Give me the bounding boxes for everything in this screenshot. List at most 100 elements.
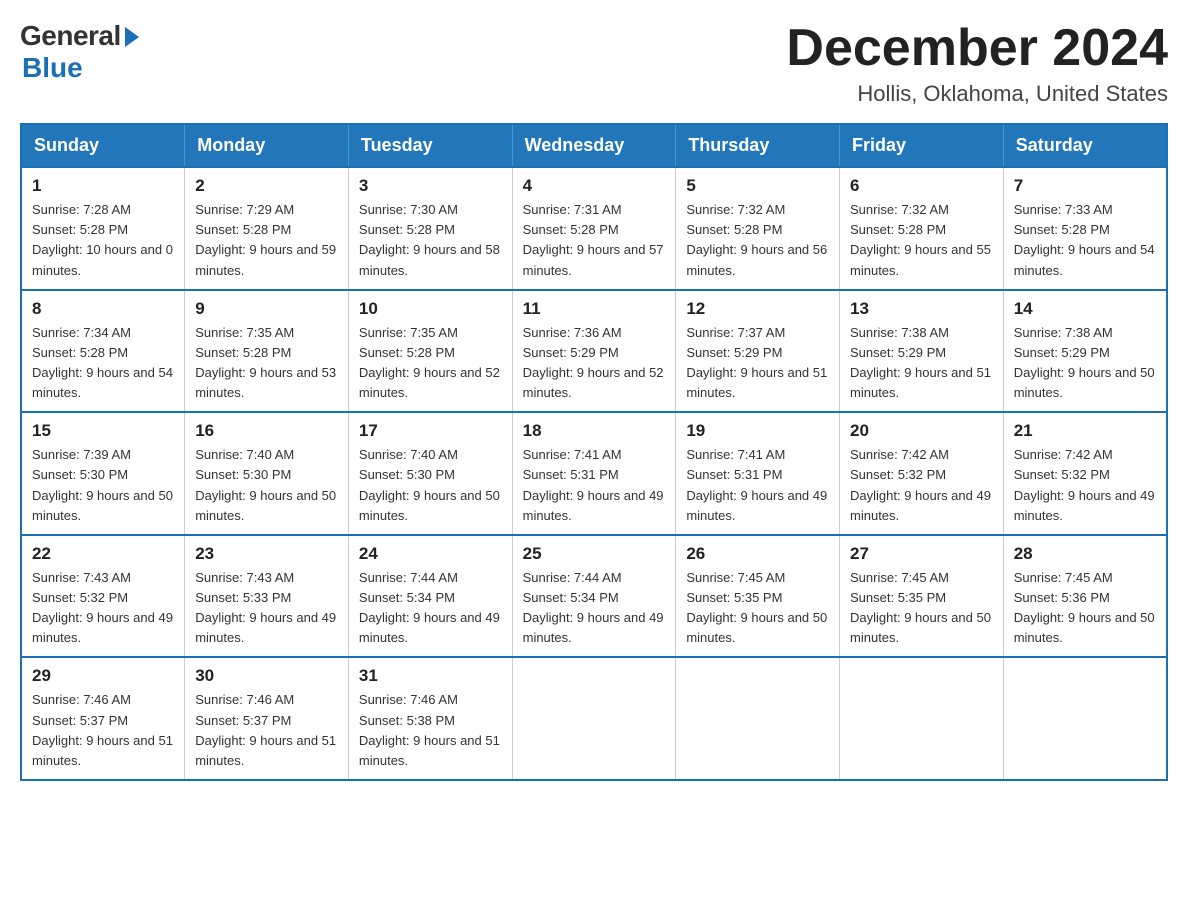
logo-blue-text: Blue [22,52,83,84]
calendar-cell [512,657,676,780]
day-info: Sunrise: 7:42 AMSunset: 5:32 PMDaylight:… [1014,445,1156,526]
day-info: Sunrise: 7:45 AMSunset: 5:35 PMDaylight:… [686,568,829,649]
calendar-cell: 21 Sunrise: 7:42 AMSunset: 5:32 PMDayligh… [1003,412,1167,535]
calendar-week-row: 1 Sunrise: 7:28 AMSunset: 5:28 PMDaylight… [21,167,1167,290]
day-info: Sunrise: 7:37 AMSunset: 5:29 PMDaylight:… [686,323,829,404]
calendar-week-row: 15 Sunrise: 7:39 AMSunset: 5:30 PMDayligh… [21,412,1167,535]
day-header-tuesday: Tuesday [348,124,512,167]
day-info: Sunrise: 7:31 AMSunset: 5:28 PMDaylight:… [523,200,666,281]
day-number: 3 [359,176,502,196]
calendar-cell: 2 Sunrise: 7:29 AMSunset: 5:28 PMDaylight… [185,167,349,290]
day-info: Sunrise: 7:44 AMSunset: 5:34 PMDaylight:… [523,568,666,649]
calendar-week-row: 22 Sunrise: 7:43 AMSunset: 5:32 PMDayligh… [21,535,1167,658]
day-info: Sunrise: 7:40 AMSunset: 5:30 PMDaylight:… [195,445,338,526]
calendar-cell: 11Sunrise: 7:36 AMSunset: 5:29 PMDayligh… [512,290,676,413]
day-number: 5 [686,176,829,196]
day-number: 31 [359,666,502,686]
day-info: Sunrise: 7:46 AMSunset: 5:37 PMDaylight:… [32,690,174,771]
month-title: December 2024 [786,20,1168,77]
day-number: 11 [523,299,666,319]
location-subtitle: Hollis, Oklahoma, United States [786,81,1168,107]
day-info: Sunrise: 7:35 AMSunset: 5:28 PMDaylight:… [195,323,338,404]
calendar-cell: 8Sunrise: 7:34 AMSunset: 5:28 PMDaylight… [21,290,185,413]
calendar-cell: 19 Sunrise: 7:41 AMSunset: 5:31 PMDayligh… [676,412,840,535]
calendar-cell: 5 Sunrise: 7:32 AMSunset: 5:28 PMDaylight… [676,167,840,290]
page-header: General Blue December 2024 Hollis, Oklah… [20,20,1168,107]
day-header-monday: Monday [185,124,349,167]
day-number: 1 [32,176,174,196]
calendar-cell: 30 Sunrise: 7:46 AMSunset: 5:37 PMDayligh… [185,657,349,780]
day-info: Sunrise: 7:46 AMSunset: 5:38 PMDaylight:… [359,690,502,771]
day-number: 14 [1014,299,1156,319]
day-info: Sunrise: 7:44 AMSunset: 5:34 PMDaylight:… [359,568,502,649]
day-number: 18 [523,421,666,441]
calendar-cell: 18 Sunrise: 7:41 AMSunset: 5:31 PMDayligh… [512,412,676,535]
day-number: 2 [195,176,338,196]
calendar-cell: 6Sunrise: 7:32 AMSunset: 5:28 PMDaylight… [840,167,1004,290]
day-header-wednesday: Wednesday [512,124,676,167]
day-number: 21 [1014,421,1156,441]
day-number: 24 [359,544,502,564]
day-info: Sunrise: 7:34 AMSunset: 5:28 PMDaylight:… [32,323,174,404]
day-number: 7 [1014,176,1156,196]
day-number: 19 [686,421,829,441]
calendar-cell: 16 Sunrise: 7:40 AMSunset: 5:30 PMDayligh… [185,412,349,535]
day-number: 16 [195,421,338,441]
day-info: Sunrise: 7:30 AMSunset: 5:28 PMDaylight:… [359,200,502,281]
day-number: 12 [686,299,829,319]
calendar-cell: 29 Sunrise: 7:46 AMSunset: 5:37 PMDayligh… [21,657,185,780]
calendar-cell: 27Sunrise: 7:45 AMSunset: 5:35 PMDayligh… [840,535,1004,658]
day-number: 10 [359,299,502,319]
calendar-cell: 14Sunrise: 7:38 AMSunset: 5:29 PMDayligh… [1003,290,1167,413]
day-header-sunday: Sunday [21,124,185,167]
day-info: Sunrise: 7:39 AMSunset: 5:30 PMDaylight:… [32,445,174,526]
day-number: 17 [359,421,502,441]
day-info: Sunrise: 7:35 AMSunset: 5:28 PMDaylight:… [359,323,502,404]
logo: General Blue [20,20,139,84]
calendar-cell: 20 Sunrise: 7:42 AMSunset: 5:32 PMDayligh… [840,412,1004,535]
calendar-cell: 7 Sunrise: 7:33 AMSunset: 5:28 PMDaylight… [1003,167,1167,290]
day-number: 22 [32,544,174,564]
calendar-cell: 23Sunrise: 7:43 AMSunset: 5:33 PMDayligh… [185,535,349,658]
day-info: Sunrise: 7:42 AMSunset: 5:32 PMDaylight:… [850,445,993,526]
day-number: 15 [32,421,174,441]
day-info: Sunrise: 7:29 AMSunset: 5:28 PMDaylight:… [195,200,338,281]
calendar-cell: 24 Sunrise: 7:44 AMSunset: 5:34 PMDayligh… [348,535,512,658]
calendar-cell [676,657,840,780]
calendar-cell: 15 Sunrise: 7:39 AMSunset: 5:30 PMDayligh… [21,412,185,535]
day-info: Sunrise: 7:40 AMSunset: 5:30 PMDaylight:… [359,445,502,526]
day-number: 4 [523,176,666,196]
calendar-cell: 10 Sunrise: 7:35 AMSunset: 5:28 PMDayligh… [348,290,512,413]
calendar-week-row: 8Sunrise: 7:34 AMSunset: 5:28 PMDaylight… [21,290,1167,413]
day-number: 30 [195,666,338,686]
day-header-thursday: Thursday [676,124,840,167]
day-header-friday: Friday [840,124,1004,167]
day-info: Sunrise: 7:43 AMSunset: 5:32 PMDaylight:… [32,568,174,649]
title-section: December 2024 Hollis, Oklahoma, United S… [786,20,1168,107]
calendar-cell: 1 Sunrise: 7:28 AMSunset: 5:28 PMDaylight… [21,167,185,290]
logo-general-text: General [20,20,121,52]
day-number: 26 [686,544,829,564]
day-info: Sunrise: 7:45 AMSunset: 5:36 PMDaylight:… [1014,568,1156,649]
day-info: Sunrise: 7:32 AMSunset: 5:28 PMDaylight:… [686,200,829,281]
day-number: 29 [32,666,174,686]
calendar-cell: 28 Sunrise: 7:45 AMSunset: 5:36 PMDayligh… [1003,535,1167,658]
calendar-cell: 25 Sunrise: 7:44 AMSunset: 5:34 PMDayligh… [512,535,676,658]
day-info: Sunrise: 7:41 AMSunset: 5:31 PMDaylight:… [523,445,666,526]
logo-arrow-icon [125,27,139,47]
day-number: 27 [850,544,993,564]
day-number: 28 [1014,544,1156,564]
day-number: 6 [850,176,993,196]
calendar-cell: 17 Sunrise: 7:40 AMSunset: 5:30 PMDayligh… [348,412,512,535]
day-info: Sunrise: 7:38 AMSunset: 5:29 PMDaylight:… [850,323,993,404]
day-info: Sunrise: 7:41 AMSunset: 5:31 PMDaylight:… [686,445,829,526]
day-number: 20 [850,421,993,441]
day-info: Sunrise: 7:46 AMSunset: 5:37 PMDaylight:… [195,690,338,771]
day-number: 23 [195,544,338,564]
day-header-saturday: Saturday [1003,124,1167,167]
day-number: 25 [523,544,666,564]
day-info: Sunrise: 7:33 AMSunset: 5:28 PMDaylight:… [1014,200,1156,281]
calendar-cell: 3 Sunrise: 7:30 AMSunset: 5:28 PMDaylight… [348,167,512,290]
calendar-cell [1003,657,1167,780]
day-info: Sunrise: 7:28 AMSunset: 5:28 PMDaylight:… [32,200,174,281]
